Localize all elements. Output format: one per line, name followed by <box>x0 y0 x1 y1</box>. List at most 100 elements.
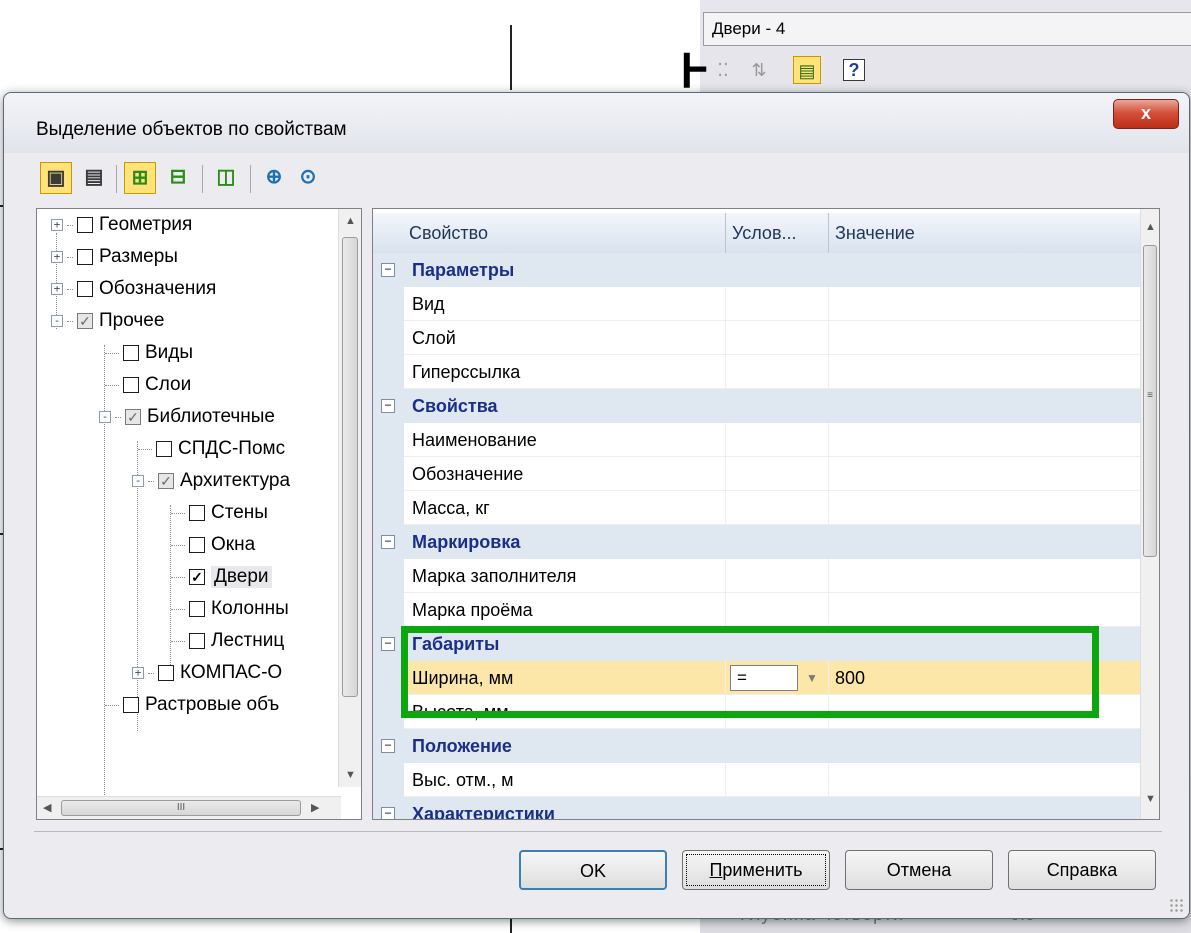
collapse-icon[interactable]: - <box>132 475 144 487</box>
resize-grip-icon[interactable] <box>1169 898 1183 912</box>
scroll-thumb[interactable] <box>342 237 358 697</box>
category-row[interactable]: − Маркировка <box>373 525 1143 559</box>
condition-cell[interactable] <box>726 593 829 627</box>
value-cell[interactable] <box>829 763 1143 797</box>
tree-horizontal-scrollbar[interactable]: ◀ III ▶ <box>37 796 341 819</box>
condition-cell[interactable]: = ▼ <box>726 661 829 695</box>
category-row[interactable]: − Параметры <box>373 253 1143 287</box>
grid-vertical-scrollbar[interactable]: ▲ ≡ ▼ <box>1140 209 1159 819</box>
collapse-icon[interactable]: − <box>381 739 395 753</box>
checkbox[interactable] <box>123 697 139 713</box>
tree-item-dimensions[interactable]: + Размеры <box>51 241 178 273</box>
condition-cell[interactable] <box>726 457 829 491</box>
value-cell[interactable] <box>829 457 1143 491</box>
select-objects-icon[interactable]: ◫ <box>210 162 242 194</box>
tree-item-walls[interactable]: Стены <box>171 497 268 529</box>
property-row[interactable]: Гиперссылка <box>373 355 1143 389</box>
document-icon[interactable]: ▤ <box>78 162 110 194</box>
tree-item-stairs[interactable]: Лестниц <box>171 625 284 657</box>
tree-item-doors[interactable]: ✓ Двери <box>171 561 272 593</box>
expand-icon[interactable]: + <box>51 283 63 295</box>
condition-cell[interactable] <box>726 559 829 593</box>
property-row[interactable]: Марка заполнителя <box>373 559 1143 593</box>
tree-item-windows[interactable]: Окна <box>171 529 255 561</box>
category-row[interactable]: − Характеристики <box>373 797 1143 819</box>
scroll-up-icon[interactable]: ▲ <box>1145 221 1156 233</box>
scroll-up-icon[interactable]: ▲ <box>345 215 356 227</box>
checkbox[interactable] <box>189 633 205 649</box>
checkbox[interactable] <box>123 345 139 361</box>
close-button[interactable]: x <box>1113 99 1179 129</box>
value-cell[interactable] <box>829 491 1143 525</box>
value-cell[interactable] <box>829 423 1143 457</box>
checkbox-partial[interactable]: ✓ <box>77 313 93 329</box>
tree-item-columns[interactable]: Колонны <box>171 593 289 625</box>
sort-icon[interactable]: ⇅ <box>745 56 773 84</box>
property-row[interactable]: Обозначение <box>373 457 1143 491</box>
help-icon[interactable]: ? <box>843 59 865 81</box>
expand-icon[interactable]: + <box>132 667 144 679</box>
property-row[interactable]: Масса, кг <box>373 491 1143 525</box>
collapse-icon[interactable]: − <box>381 637 395 651</box>
tree-vertical-scrollbar[interactable]: ▲ ▼ <box>338 209 361 787</box>
column-header-property[interactable]: Свойство <box>373 213 726 253</box>
collapse-icon[interactable]: − <box>381 263 395 277</box>
checkbox-partial[interactable]: ✓ <box>158 473 174 489</box>
condition-cell[interactable] <box>726 695 829 729</box>
apply-button[interactable]: Применить <box>682 850 830 890</box>
tree-item-views[interactable]: Виды <box>105 337 193 369</box>
property-row[interactable]: Слой <box>373 321 1143 355</box>
object-type-tree[interactable]: + Геометрия + Размеры + Обозначения - ✓ … <box>36 208 362 820</box>
checkbox[interactable] <box>189 505 205 521</box>
value-cell[interactable] <box>829 321 1143 355</box>
value-cell[interactable] <box>829 287 1143 321</box>
cancel-button[interactable]: Отмена <box>845 850 993 890</box>
value-cell[interactable]: 800 <box>829 661 1143 695</box>
property-row[interactable]: Высота, мм <box>373 695 1143 729</box>
checkbox[interactable] <box>158 665 174 681</box>
tree-item-designations[interactable]: + Обозначения <box>51 273 216 305</box>
column-header-condition[interactable]: Услов... <box>726 213 829 253</box>
checkbox[interactable] <box>123 377 139 393</box>
column-header-value[interactable]: Значение <box>829 213 1143 253</box>
category-row[interactable]: − Габариты <box>373 627 1143 661</box>
condition-cell[interactable] <box>726 763 829 797</box>
condition-select[interactable]: = <box>730 665 798 691</box>
checkbox[interactable] <box>77 281 93 297</box>
tree-item-other[interactable]: - ✓ Прочее <box>51 305 164 337</box>
category-row[interactable]: − Положение <box>373 729 1143 763</box>
condition-cell[interactable] <box>726 287 829 321</box>
collapse-icon[interactable]: - <box>51 315 63 327</box>
condition-cell[interactable] <box>726 321 829 355</box>
scroll-thumb[interactable]: III <box>61 800 301 816</box>
value-cell[interactable] <box>829 593 1143 627</box>
collapse-tree-icon[interactable]: ⊟ <box>162 162 194 194</box>
scroll-down-icon[interactable]: ▼ <box>345 769 356 781</box>
scroll-down-icon[interactable]: ▼ <box>1145 793 1156 805</box>
condition-cell[interactable] <box>726 355 829 389</box>
zoom-in-icon[interactable]: ⊕ <box>258 162 290 194</box>
category-row[interactable]: − Свойства <box>373 389 1143 423</box>
collapse-icon[interactable]: - <box>99 411 111 423</box>
condition-cell[interactable] <box>726 491 829 525</box>
expand-icon[interactable]: + <box>51 251 63 263</box>
scroll-thumb[interactable]: ≡ <box>1143 245 1157 557</box>
checkbox-partial[interactable]: ✓ <box>125 409 141 425</box>
value-cell[interactable] <box>829 695 1143 729</box>
checkbox[interactable] <box>77 217 93 233</box>
property-grid[interactable]: Свойство Услов... Значение − Параметры Вид… <box>372 208 1160 820</box>
value-cell[interactable] <box>829 559 1143 593</box>
select-document-icon[interactable]: ▣ <box>40 162 72 194</box>
tree-item-kompas[interactable]: + КОМПАС-О <box>132 657 282 689</box>
property-row[interactable]: Вид <box>373 287 1143 321</box>
categorized-icon[interactable]: ▤ <box>793 56 821 84</box>
property-row[interactable]: Наименование <box>373 423 1143 457</box>
checkbox[interactable] <box>77 249 93 265</box>
tree-item-library[interactable]: - ✓ Библиотечные <box>99 401 275 433</box>
checkbox[interactable] <box>189 601 205 617</box>
tree-item-spds[interactable]: СПДС-Помс <box>138 433 285 465</box>
checkbox[interactable] <box>156 441 172 457</box>
ok-button[interactable]: OK <box>519 850 667 890</box>
zoom-search-icon[interactable]: ⊙ <box>292 162 324 194</box>
tree-item-architecture[interactable]: - ✓ Архитектура <box>132 465 290 497</box>
